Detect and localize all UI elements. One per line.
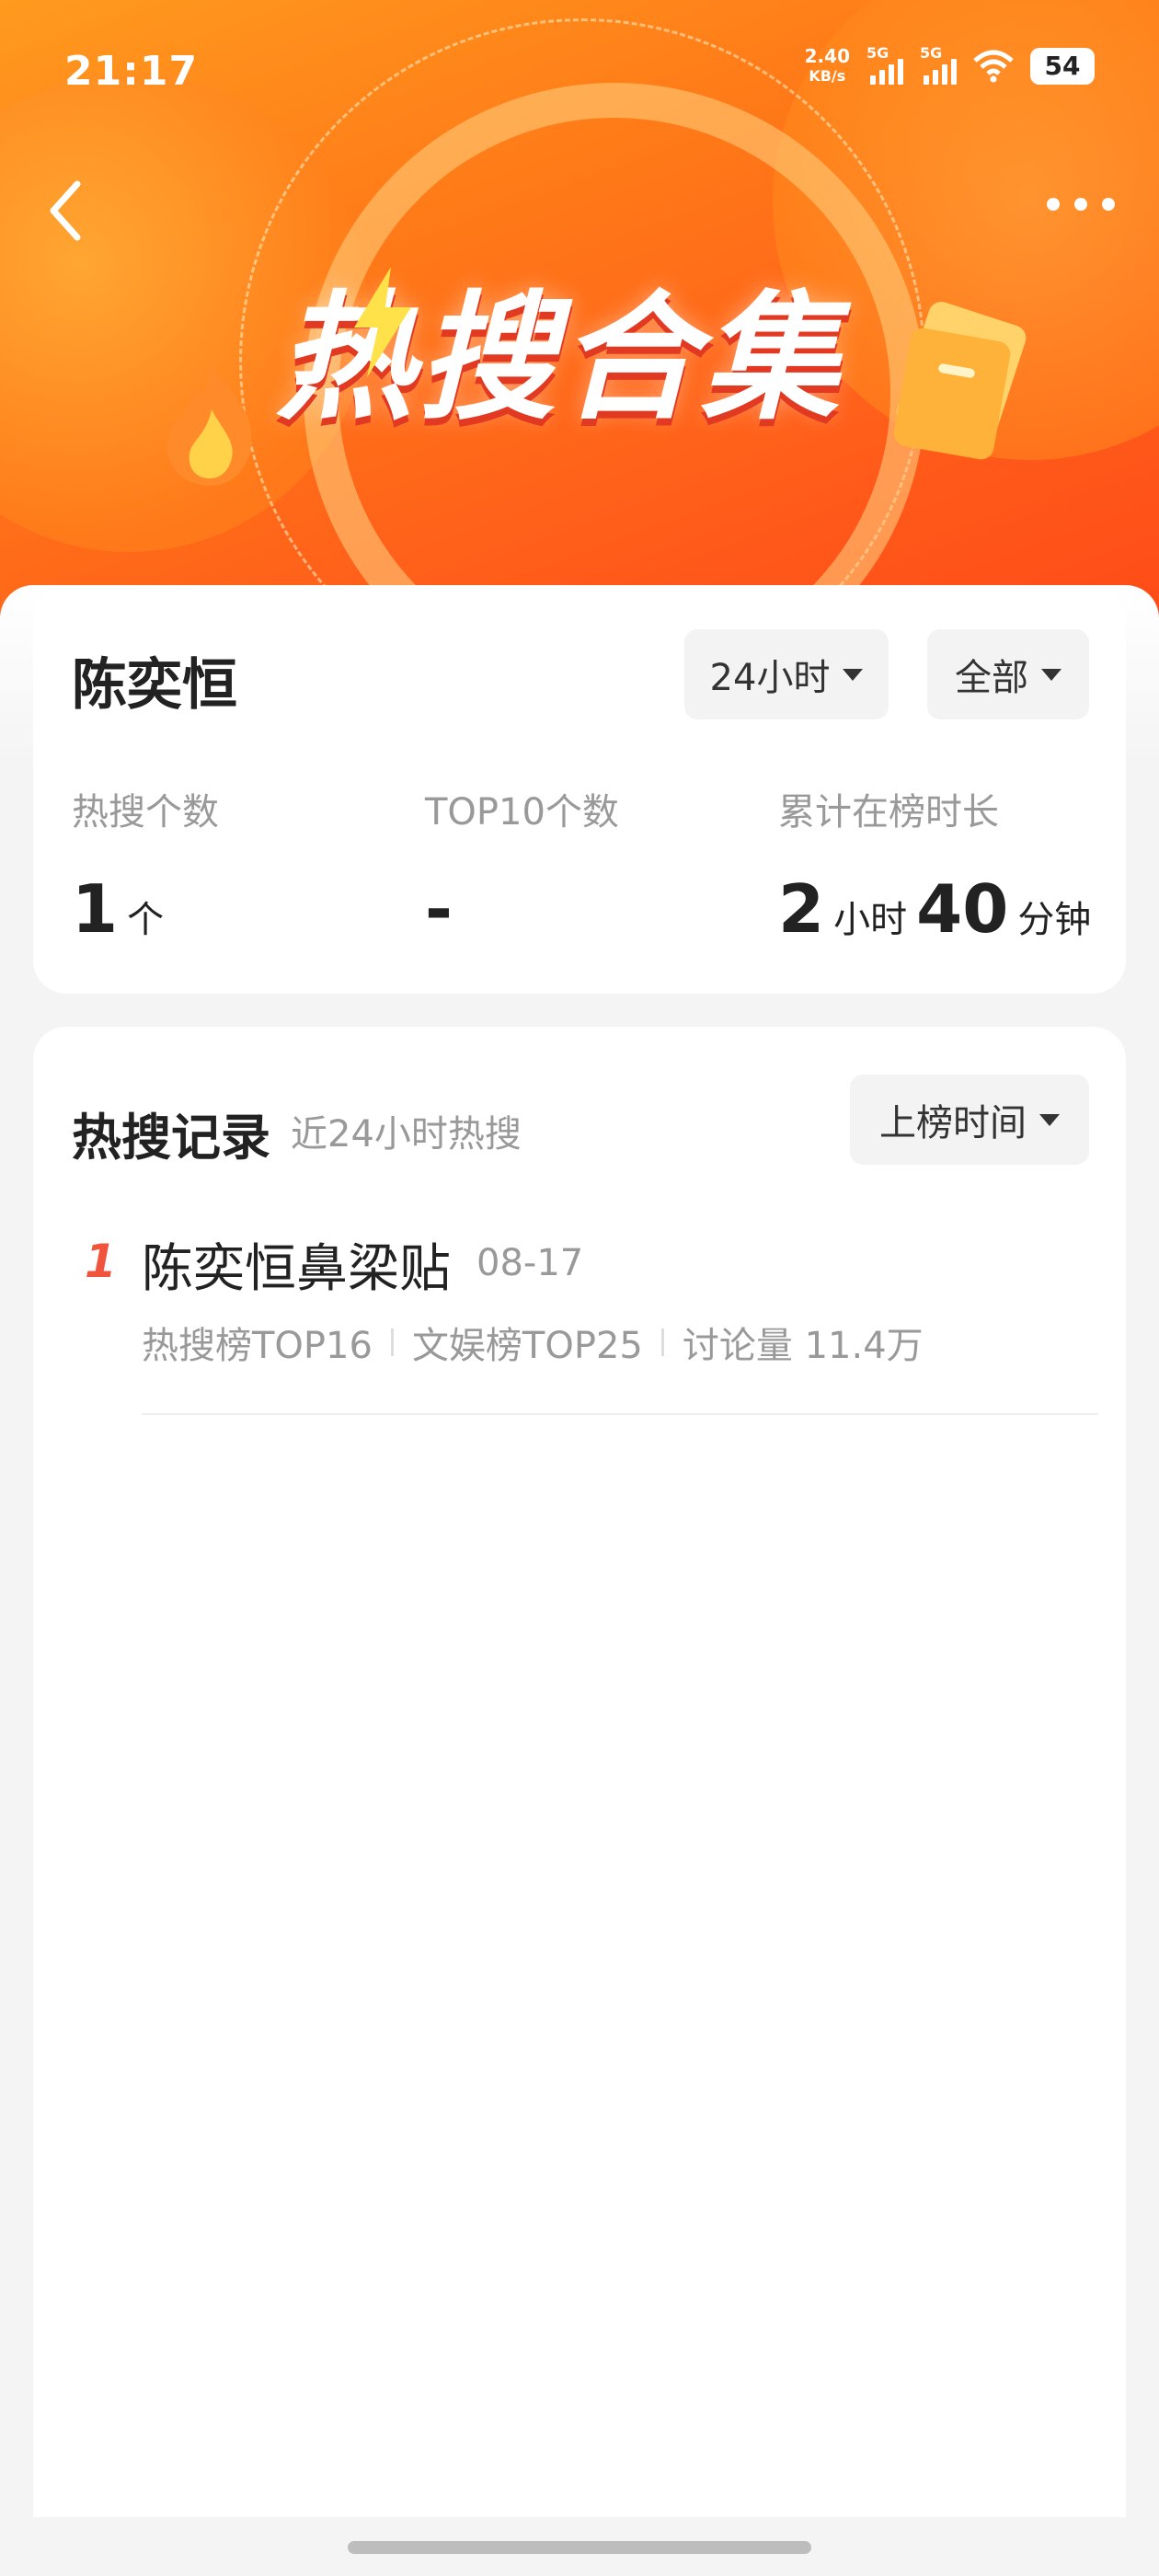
person-name: 陈奕恒 [72,640,237,720]
item-title[interactable]: 陈奕恒鼻梁贴 [142,1227,451,1302]
summary-card: 陈奕恒 24小时 全部 热搜个数 1 个 TOP10个数 - 累计在榜时长 2 … [33,585,1126,994]
status-time: 21:17 [64,48,199,95]
caret-down-icon [1039,1113,1060,1126]
sort-dropdown[interactable]: 上榜时间 [850,1075,1089,1165]
wifi-icon [973,50,1014,83]
divider [390,1328,394,1356]
item-meta: 热搜榜TOP16 文娱榜TOP25 讨论量 11.4万 [142,1316,924,1369]
battery-icon: 54 [1030,48,1095,85]
back-icon[interactable] [42,177,92,245]
records-title: 热搜记录 [72,1109,270,1167]
time-filter-dropdown[interactable]: 24小时 [684,629,889,719]
ent-rank-label: 文娱榜TOP25 [411,1325,643,1367]
item-date: 08-17 [476,1242,584,1284]
divider [660,1328,664,1356]
caret-down-icon [1041,668,1061,681]
caret-down-icon [843,668,864,681]
header-banner: 21:17 2.40 KB/s 5G 5G 54 热搜合集 [0,0,1159,644]
folder-icon [893,302,1027,460]
records-card: 热搜记录 近24小时热搜 上榜时间 1 陈奕恒鼻梁贴 08-17 热搜榜TOP1… [33,1027,1126,2517]
signal-icon: 5G [920,44,957,85]
status-bar-right: 2.40 KB/s 5G 5G 54 [804,44,1095,86]
network-speed: 2.40 KB/s [804,45,850,85]
more-options-icon[interactable] [1039,184,1122,224]
scope-filter-label: 全部 [955,657,1028,699]
divider [142,1413,1098,1415]
stat-hot-count: 热搜个数 1 个 [72,791,219,948]
hot-rank-label: 热搜榜TOP16 [142,1325,373,1367]
discussion-count: 讨论量 11.4万 [682,1325,924,1367]
lightning-icon [354,267,411,377]
signal-icon: 5G [866,44,903,85]
stat-total-duration: 累计在榜时长 2 小时 40 分钟 [778,791,1092,948]
stat-top10-count: TOP10个数 - [425,791,619,948]
sort-label: 上榜时间 [879,1102,1027,1144]
fire-icon [166,363,252,486]
scope-filter-dropdown[interactable]: 全部 [927,629,1089,719]
rank-number: 1 [85,1235,117,1288]
time-filter-label: 24小时 [709,657,831,699]
records-subtitle: 近24小时热搜 [291,1113,522,1156]
home-indicator[interactable] [348,2541,811,2554]
